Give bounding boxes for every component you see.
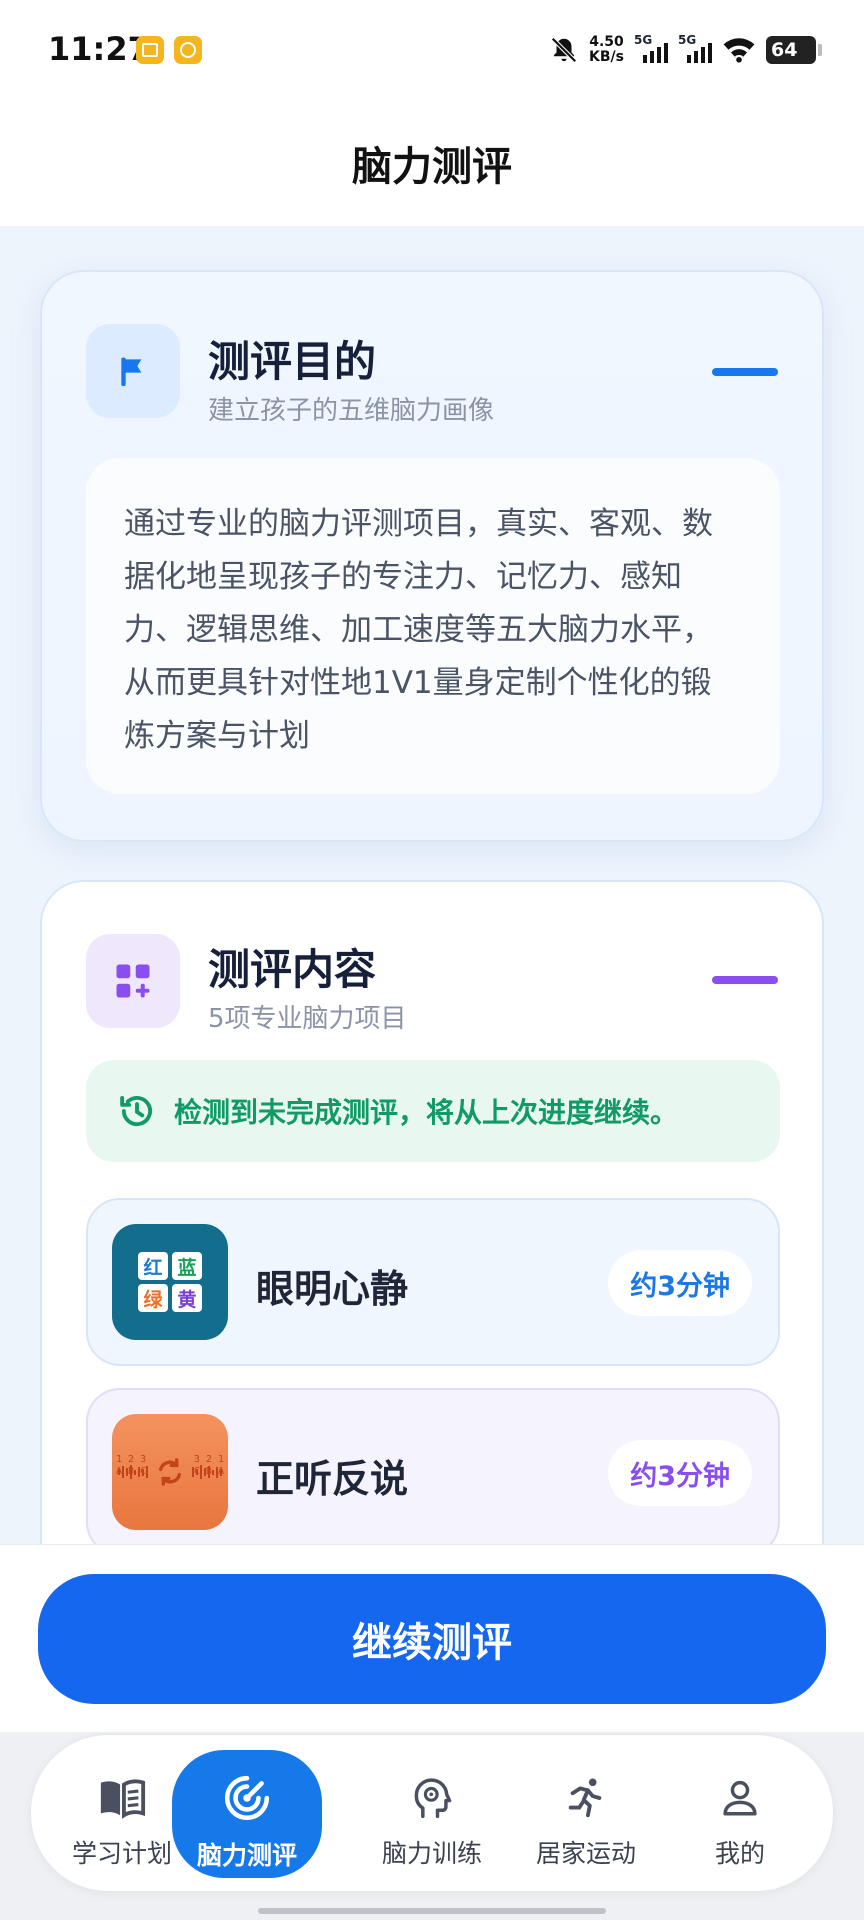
network-speed: 4.50 KB/s [589, 35, 624, 65]
page-title: 脑力测评 [352, 144, 512, 190]
brain-head-icon [406, 1772, 458, 1824]
assessment-item[interactable]: 红 蓝 绿 黄 眼明心静 约3分钟 [86, 1198, 780, 1366]
book-icon [96, 1772, 148, 1824]
collapse-indicator[interactable] [712, 368, 778, 376]
swap-icon [158, 1458, 182, 1486]
purpose-subtitle: 建立孩子的五维脑力画像 [208, 396, 495, 426]
user-icon [714, 1772, 766, 1824]
signal-icon: 5G [634, 33, 668, 63]
network-speed-value: 4.50 [589, 34, 624, 50]
apps-add-icon [86, 934, 180, 1028]
item-name: 正听反说 [256, 1457, 409, 1501]
running-icon [560, 1772, 612, 1824]
color-words-thumbnail: 红 蓝 绿 黄 [112, 1224, 228, 1340]
battery-icon: 64 [766, 36, 822, 64]
content-subtitle: 5项专业脑力项目 [208, 1004, 407, 1034]
status-time: 11:27 [48, 30, 150, 68]
resume-notice: 检测到未完成测评，将从上次进度继续。 [86, 1060, 780, 1162]
notice-text: 检测到未完成测评，将从上次进度继续。 [174, 1096, 679, 1129]
content-title: 测评内容 [208, 945, 377, 994]
nav-label: 脑力训练 [381, 1839, 482, 1868]
page-header: 脑力测评 [0, 100, 864, 226]
purpose-card: 测评目的 建立孩子的五维脑力画像 通过专业的脑力评测项目，真实、客观、数据化地呈… [40, 270, 824, 842]
thumb-char: 蓝 [172, 1252, 202, 1280]
thumb-char: 红 [138, 1252, 168, 1280]
radar-icon [221, 1772, 273, 1824]
content-card: 测评内容 5项专业脑力项目 检测到未完成测评，将从上次进度继续。 红 蓝 绿 黄… [40, 880, 824, 1600]
nav-item-profile[interactable]: 我的 [665, 1734, 815, 1892]
duration-badge: 约3分钟 [608, 1440, 752, 1506]
network-speed-unit: KB/s [589, 49, 624, 65]
reverse-listening-thumbnail: 1 2 3 A B C 3 2 1 C B A [112, 1414, 228, 1530]
duration-badge: 约3分钟 [608, 1250, 752, 1316]
nav-label: 我的 [714, 1839, 765, 1868]
nav-item-home-exercise[interactable]: 居家运动 [511, 1734, 661, 1892]
continue-assessment-button[interactable]: 继续测评 [38, 1574, 826, 1704]
assessment-item[interactable]: 1 2 3 A B C 3 2 1 C B A 正听反说 约3分钟 [86, 1388, 780, 1556]
wifi-icon [723, 38, 755, 63]
flag-icon [86, 324, 180, 418]
item-name: 眼明心静 [256, 1267, 409, 1311]
history-icon [120, 1095, 153, 1127]
nav-item-brain-training[interactable]: 脑力训练 [357, 1734, 507, 1892]
nav-label: 脑力测评 [196, 1841, 297, 1870]
nav-label: 居家运动 [535, 1839, 636, 1868]
purpose-title: 测评目的 [208, 337, 377, 386]
collapse-indicator[interactable] [712, 976, 778, 984]
nav-item-brain-assessment[interactable]: 脑力测评 [172, 1734, 322, 1892]
signal-icon: 5G [678, 33, 712, 63]
bell-muted-icon [551, 37, 577, 63]
thumb-char: 绿 [138, 1284, 168, 1312]
thumb-char: 黄 [172, 1284, 202, 1312]
status-bar: 11:27 4.50 KB/s 5G 5G 64 [0, 0, 864, 100]
coin-notification-icon [174, 36, 202, 64]
home-indicator[interactable] [258, 1908, 606, 1914]
mail-notification-icon [136, 36, 164, 64]
purpose-description: 通过专业的脑力评测项目，真实、客观、数据化地呈现孩子的专注力、记忆力、感知力、逻… [86, 458, 780, 794]
